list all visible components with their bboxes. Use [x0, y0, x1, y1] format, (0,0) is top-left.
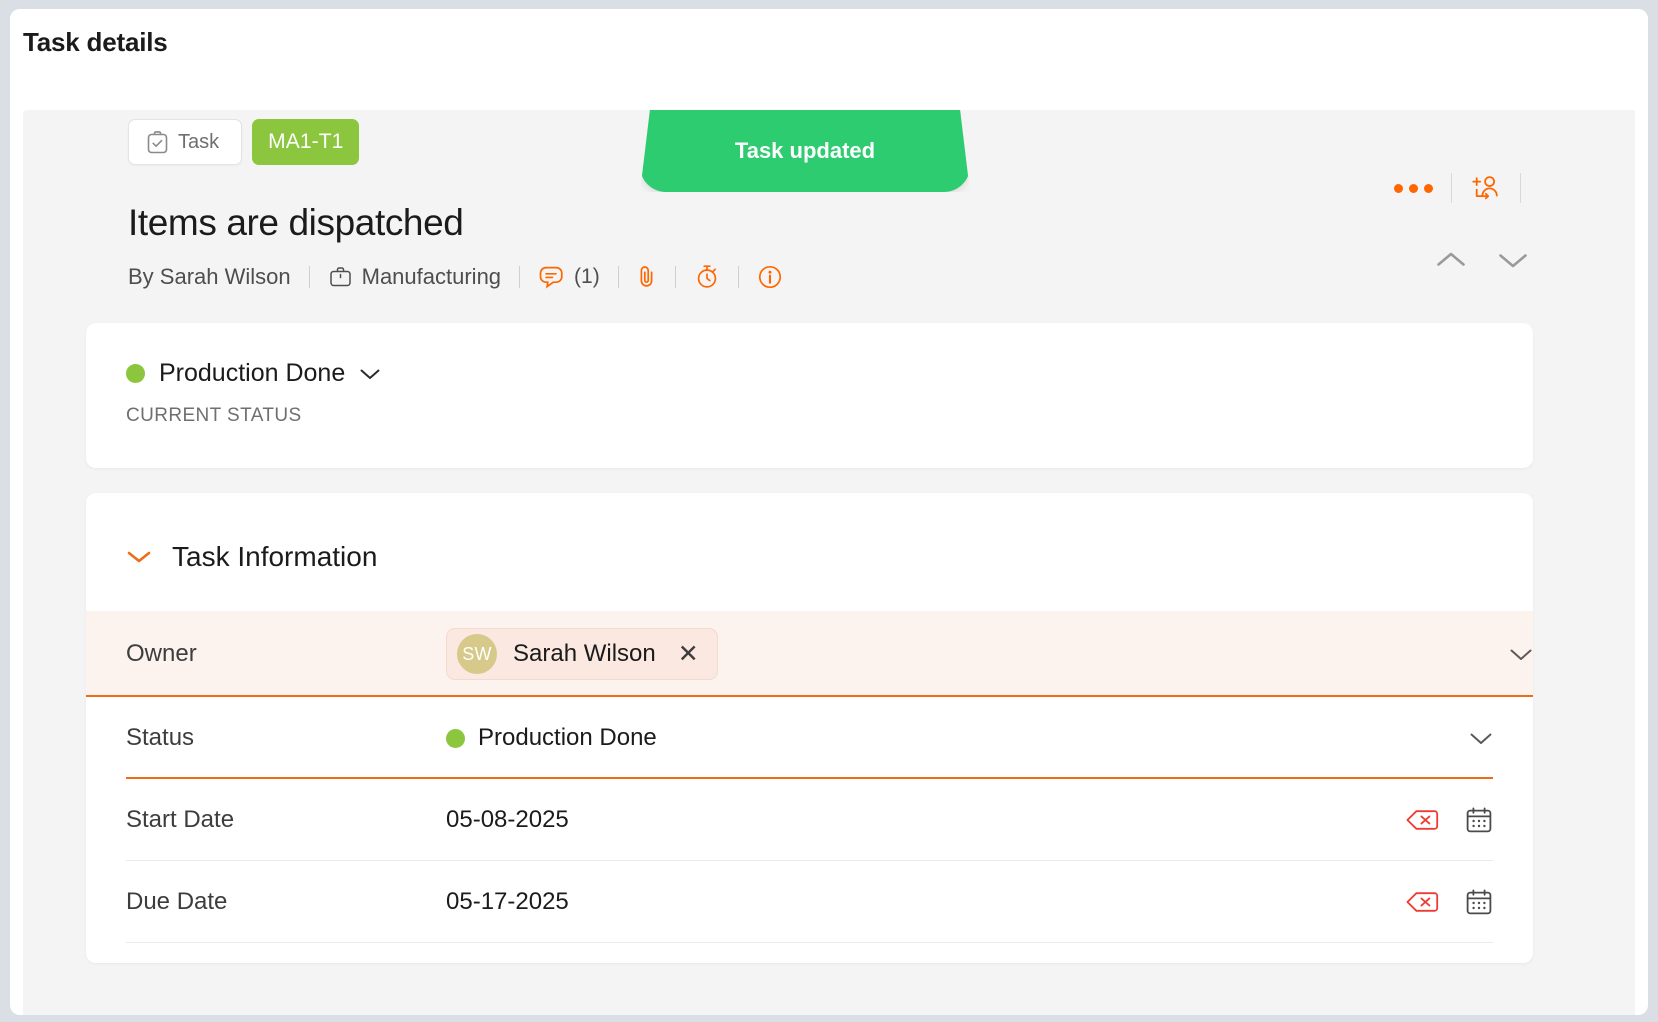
status-dot	[446, 728, 465, 748]
field-underline	[126, 942, 1493, 943]
task-detail-surface: Task MA1-T1 Task updated Items are dispa…	[23, 110, 1635, 1015]
task-information-card: Task Information Owner SW Sarah Wilson ✕	[86, 493, 1533, 963]
task-details-window: Task details Task MA1-T1 Task updated It…	[10, 9, 1648, 1015]
task-type-chip[interactable]: Task	[128, 119, 243, 165]
field-value-owner: SW Sarah Wilson ✕	[446, 628, 1493, 680]
due-date-actions	[1405, 888, 1493, 916]
toast-notification: Task updated	[640, 110, 970, 192]
dot	[1424, 183, 1433, 193]
section-title: Task Information	[172, 541, 378, 572]
meta-divider	[737, 265, 739, 288]
dot	[1394, 183, 1403, 193]
chevron-up-icon[interactable]	[1435, 250, 1467, 270]
task-info[interactable]	[757, 264, 783, 290]
chevron-down-icon[interactable]	[359, 367, 381, 381]
clipboard-check-icon	[146, 130, 169, 155]
comment-icon	[538, 264, 565, 289]
comment-count: (1)	[574, 264, 600, 288]
field-label-owner: Owner	[126, 640, 197, 667]
start-date-actions	[1405, 806, 1493, 834]
paperclip-icon	[637, 263, 657, 290]
task-project[interactable]: Manufacturing	[328, 264, 501, 290]
backspace-delete-icon[interactable]	[1405, 807, 1439, 833]
field-row-start-date: Start Date 05-08-2025	[126, 779, 1493, 861]
chevron-down-icon[interactable]	[126, 549, 152, 565]
info-icon	[757, 264, 783, 290]
status-value: Production Done	[478, 724, 657, 751]
task-author: By Sarah Wilson	[128, 263, 291, 289]
chevron-down-icon[interactable]	[1509, 647, 1533, 662]
field-row-status: Status Production Done	[126, 697, 1493, 779]
avatar: SW	[457, 634, 497, 674]
task-navigation	[1435, 250, 1529, 270]
action-divider	[1451, 173, 1452, 203]
close-icon[interactable]: ✕	[678, 641, 699, 667]
meta-divider	[617, 265, 619, 288]
field-label-due-date: Due Date	[126, 888, 228, 915]
task-meta-row: By Sarah Wilson Manufacturing (1)	[128, 263, 1635, 290]
status-dot	[126, 364, 145, 383]
meta-divider	[308, 265, 310, 288]
add-person-icon[interactable]	[1470, 173, 1502, 203]
meta-divider	[674, 265, 676, 288]
briefcase-icon	[328, 264, 353, 289]
task-header-actions	[1394, 173, 1539, 203]
calendar-icon[interactable]	[1465, 806, 1493, 834]
project-name: Manufacturing	[361, 263, 502, 289]
action-divider	[1520, 173, 1521, 203]
toast-message: Task updated	[734, 138, 876, 163]
task-timer[interactable]	[694, 263, 720, 290]
meta-divider	[519, 265, 521, 288]
dot	[1409, 183, 1418, 193]
owner-row-actions	[1509, 647, 1533, 662]
field-label-status: Status	[126, 724, 195, 751]
field-label-start-date: Start Date	[126, 806, 235, 833]
field-row-owner: Owner SW Sarah Wilson ✕	[86, 611, 1533, 697]
stopwatch-icon	[694, 263, 720, 290]
backspace-delete-icon[interactable]	[1405, 889, 1439, 915]
status-row-actions	[1469, 731, 1493, 746]
owner-name: Sarah Wilson	[513, 640, 656, 667]
task-fields: Owner SW Sarah Wilson ✕ Status Productio…	[86, 611, 1533, 943]
current-status-selector[interactable]: Production Done	[126, 359, 1533, 388]
chevron-down-icon[interactable]	[1497, 250, 1529, 270]
field-value-due-date[interactable]: 05-17-2025	[446, 888, 1493, 916]
current-status-value: Production Done	[159, 359, 346, 387]
field-value-start-date[interactable]: 05-08-2025	[446, 806, 1493, 834]
current-status-caption: CURRENT STATUS	[126, 405, 302, 426]
page-title: Task details	[23, 27, 168, 57]
window-header: Task details	[10, 9, 1648, 110]
chevron-down-icon[interactable]	[1469, 731, 1493, 746]
task-comments[interactable]: (1)	[538, 264, 600, 289]
task-type-label: Task	[178, 130, 220, 153]
task-header: Task MA1-T1 Task updated Items are dispa…	[23, 110, 1635, 290]
calendar-icon[interactable]	[1465, 888, 1493, 916]
task-code-chip[interactable]: MA1-T1	[252, 119, 360, 165]
field-value-status[interactable]: Production Done	[446, 724, 1493, 752]
more-options-icon[interactable]	[1394, 183, 1433, 193]
task-title: Items are dispatched	[128, 202, 464, 243]
field-row-due-date: Due Date 05-17-2025	[126, 861, 1493, 943]
owner-chip[interactable]: SW Sarah Wilson ✕	[446, 628, 718, 680]
task-attachments[interactable]	[637, 263, 657, 290]
task-information-header[interactable]: Task Information	[86, 493, 1533, 573]
current-status-card: Production Done CURRENT STATUS	[86, 323, 1533, 468]
